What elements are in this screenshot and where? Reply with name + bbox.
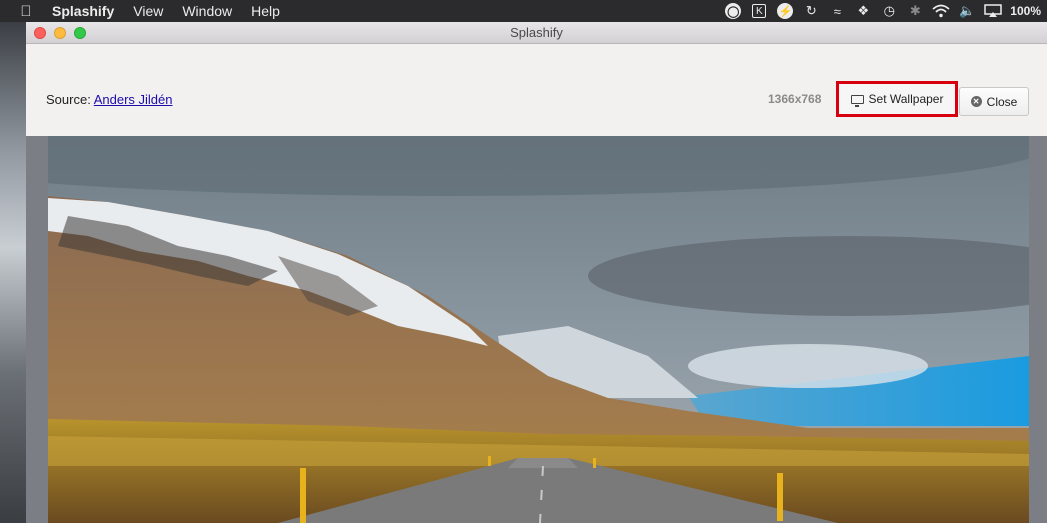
desktop-background [0, 22, 26, 523]
menu-app-name[interactable]: Splashify [52, 0, 114, 22]
wallpaper-photo [48, 136, 1029, 523]
close-button[interactable]: ✕ Close [959, 87, 1029, 116]
source-label: Source: [46, 92, 91, 107]
menu-bar:  Splashify View Window Help ◯ K ⚡ ↻ ≈ ❖… [0, 0, 1047, 22]
menu-window[interactable]: Window [182, 0, 232, 22]
source-credit: Source: Anders Jildén [46, 92, 173, 107]
app-window: Splashify Source: Anders Jildén 1366x768… [26, 22, 1047, 523]
title-bar: Splashify [26, 22, 1047, 44]
monitor-icon [850, 94, 864, 107]
bluetooth-icon[interactable]: ✱ [906, 2, 924, 20]
sync-icon[interactable]: ↻ [802, 2, 820, 20]
menu-help[interactable]: Help [251, 0, 280, 22]
window-title: Splashify [510, 25, 563, 40]
menu-view[interactable]: View [133, 0, 163, 22]
app-k-icon[interactable]: K [750, 2, 768, 20]
wifi-icon[interactable] [932, 2, 950, 20]
resolution-label: 1366x768 [768, 92, 822, 106]
set-wallpaper-button[interactable]: Set Wallpaper [836, 81, 958, 117]
apple-menu-icon[interactable]:  [18, 3, 34, 20]
dropbox-icon[interactable]: ❖ [854, 2, 872, 20]
close-icon: ✕ [970, 96, 982, 107]
volume-icon[interactable]: 🔈 [958, 2, 976, 20]
set-wallpaper-label: Set Wallpaper [868, 92, 944, 106]
landscape-photo [48, 136, 1029, 523]
activity-icon[interactable]: ≈ [828, 2, 846, 20]
airplay-icon[interactable] [984, 2, 1003, 20]
battery-percentage[interactable]: 100% [1010, 4, 1041, 18]
time-machine-icon[interactable]: ◷ [880, 2, 898, 20]
chrome-icon[interactable]: ◯ [724, 2, 742, 20]
photo-preview-area [26, 136, 1047, 523]
bolt-icon[interactable]: ⚡ [776, 2, 794, 20]
source-author-link[interactable]: Anders Jildén [94, 92, 173, 107]
toolbar: Source: Anders Jildén 1366x768 Set Wallp… [26, 44, 1047, 136]
status-bar: ◯ K ⚡ ↻ ≈ ❖ ◷ ✱ 🔈 100% [716, 0, 1047, 22]
close-label: Close [986, 94, 1018, 109]
